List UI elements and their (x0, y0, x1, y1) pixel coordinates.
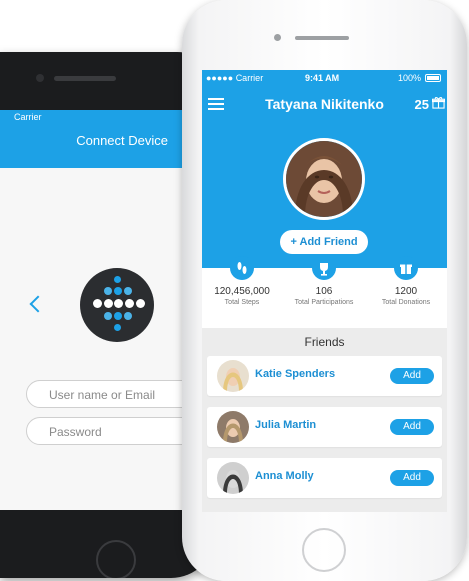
friend-name[interactable]: Katie Spenders (255, 368, 335, 380)
stat-label: Total Participations (294, 299, 354, 306)
stat-label: Total Donations (381, 299, 431, 306)
status-bar: ●●●●● Carrier 9:41 AM 100% (202, 70, 447, 86)
camera (274, 34, 281, 41)
stat-label: Total Steps (224, 299, 260, 306)
gift-count: 25 (414, 97, 429, 112)
stat-total-donations: 1200 Total Donations (366, 256, 446, 306)
profile-name: Tatyana Nikitenko (265, 96, 384, 112)
home-button[interactable] (96, 540, 136, 578)
profile-header: Tatyana Nikitenko 25 + Add Friend (202, 86, 447, 268)
back-arrow-icon[interactable] (29, 295, 47, 313)
carrier-label: Carrier (14, 112, 42, 122)
footsteps-icon (230, 256, 254, 280)
speaker (295, 36, 349, 40)
gift-icon (394, 256, 418, 280)
camera (36, 74, 44, 82)
avatar (217, 462, 249, 494)
status-time: 9:41 AM (305, 73, 340, 83)
add-button[interactable]: Add (390, 368, 434, 384)
connect-device-screen: Carrier Connect Device User name or Emai… (0, 110, 198, 510)
profile-screen: ●●●●● Carrier 9:41 AM 100% Tatyana Nikit… (202, 70, 447, 512)
password-field[interactable]: Password (26, 417, 198, 445)
list-item: Julia Martin Add (207, 407, 442, 447)
add-button[interactable]: Add (390, 419, 434, 435)
status-bar: Carrier (0, 110, 198, 124)
gift-icon[interactable] (432, 96, 445, 109)
page-title: Connect Device (0, 124, 198, 168)
stats-panel: 120,456,000 Total Steps 106 Total Partic… (202, 256, 447, 328)
stat-total-participations: 106 Total Participations (284, 256, 364, 306)
list-item: Anna Molly Add (207, 458, 442, 498)
add-friend-button[interactable]: + Add Friend (280, 230, 368, 254)
friends-title: Friends (304, 335, 345, 349)
home-button[interactable] (302, 528, 346, 572)
stat-value: 120,456,000 (214, 286, 270, 297)
avatar (217, 360, 249, 392)
battery-percent: 100% (397, 73, 421, 83)
username-field[interactable]: User name or Email (26, 380, 198, 408)
stat-value: 1200 (394, 286, 418, 297)
add-button[interactable]: Add (390, 470, 434, 486)
front-phone: ●●●●● Carrier 9:41 AM 100% Tatyana Nikit… (182, 0, 467, 581)
stat-value: 106 (315, 286, 333, 297)
fitbit-logo-icon (80, 268, 154, 342)
friend-name[interactable]: Julia Martin (255, 419, 316, 431)
stat-total-steps: 120,456,000 Total Steps (202, 256, 282, 306)
battery-icon (425, 74, 441, 82)
avatar (283, 138, 365, 220)
carrier-label: ●●●●● Carrier (206, 73, 264, 83)
friend-name[interactable]: Anna Molly (255, 470, 314, 482)
avatar (217, 411, 249, 443)
speaker (54, 76, 116, 81)
trophy-icon (312, 256, 336, 280)
list-item: Katie Spenders Add (207, 356, 442, 396)
